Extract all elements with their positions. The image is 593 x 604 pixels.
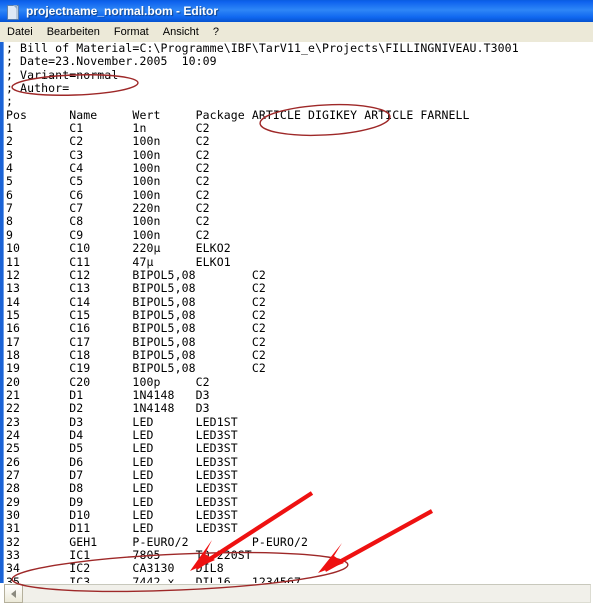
window-title: projectname_normal.bom - Editor [26, 4, 219, 18]
menu-item-bearbeiten[interactable]: Bearbeiten [40, 24, 107, 40]
horizontal-scrollbar[interactable] [0, 583, 593, 604]
menu-item-format[interactable]: Format [107, 24, 156, 40]
chevron-left-icon[interactable] [4, 584, 23, 603]
client-area: ; Bill of Material=C:\Programme\IBF\TarV… [0, 42, 593, 604]
scrollbar-track[interactable] [4, 584, 591, 603]
text-editor-area[interactable]: ; Bill of Material=C:\Programme\IBF\TarV… [4, 42, 593, 583]
bom-document-text[interactable]: ; Bill of Material=C:\Programme\IBF\TarV… [6, 42, 519, 583]
editor-window: projectname_normal.bom - Editor Datei Be… [0, 0, 593, 604]
menu-item-datei[interactable]: Datei [0, 24, 40, 40]
title-bar[interactable]: projectname_normal.bom - Editor [0, 0, 593, 22]
menu-item-help[interactable]: ? [206, 24, 226, 40]
notepad-document-icon [5, 4, 20, 20]
menu-bar: Datei Bearbeiten Format Ansicht ? [0, 22, 593, 43]
menu-item-ansicht[interactable]: Ansicht [156, 24, 206, 40]
